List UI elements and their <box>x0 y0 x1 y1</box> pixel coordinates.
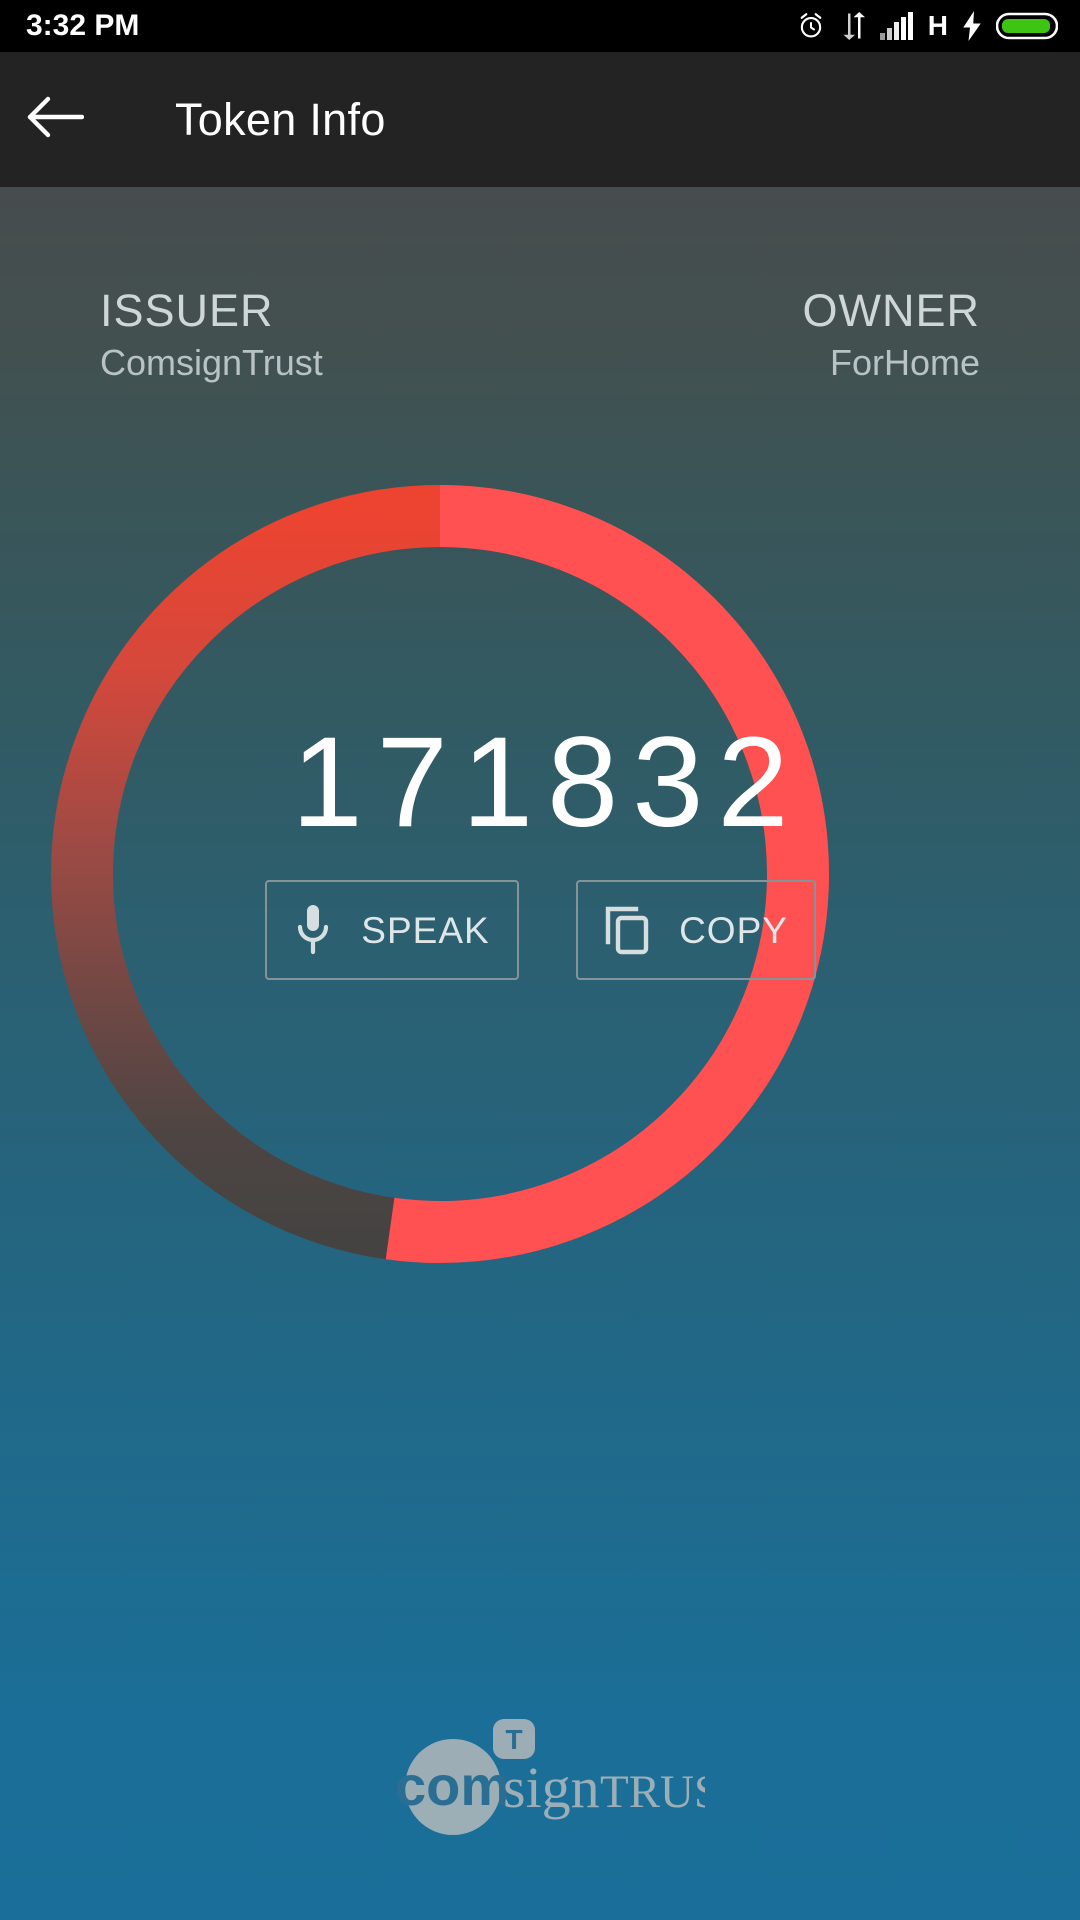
brand-text-trust: TRUST <box>600 1766 705 1818</box>
back-button[interactable] <box>0 52 110 187</box>
issuer-block: ISSUER ComsignTrust <box>100 287 323 382</box>
token-meta-row: ISSUER ComsignTrust OWNER ForHome <box>0 287 1080 382</box>
token-countdown-ring <box>40 474 840 1274</box>
issuer-value: ComsignTrust <box>100 342 323 384</box>
page-title: Token Info <box>175 93 386 145</box>
copy-button-label: COPY <box>679 909 788 951</box>
copy-button[interactable]: COPY <box>575 880 816 980</box>
token-info-body: ISSUER ComsignTrust OWNER ForHome 171832… <box>0 187 1080 1920</box>
token-code: 171832 <box>291 711 803 854</box>
network-type-label: H <box>927 10 948 41</box>
brand-text-com: com <box>395 1754 510 1817</box>
brand-text-sign: sign <box>503 1755 600 1820</box>
copy-icon <box>603 904 651 956</box>
charging-bolt-icon <box>962 11 982 41</box>
status-bar-clock: 3:32 PM <box>26 9 140 42</box>
data-transfer-icon <box>840 11 866 41</box>
status-bar: 3:32 PM H <box>0 0 1080 52</box>
speak-button-label: SPEAK <box>361 909 490 951</box>
owner-label: OWNER <box>802 285 980 336</box>
token-actions: SPEAK COPY <box>0 880 1080 980</box>
speak-button[interactable]: SPEAK <box>264 880 519 980</box>
brand-badge-letter: T <box>505 1724 522 1755</box>
brand-logo: com sign TRUST T <box>0 1715 1080 1835</box>
alarm-icon <box>796 11 826 41</box>
owner-block: OWNER ForHome <box>803 287 981 382</box>
status-bar-icons: H <box>796 11 1058 41</box>
back-arrow-icon <box>26 95 85 144</box>
microphone-icon <box>293 902 333 958</box>
signal-bars-icon <box>879 12 914 40</box>
owner-value: ForHome <box>829 342 980 384</box>
issuer-label: ISSUER <box>100 285 274 336</box>
battery-icon <box>996 11 1058 41</box>
app-bar: Token Info <box>0 52 1080 187</box>
app-screen: 3:32 PM H Token Info ISSUER ComsignTrust… <box>0 0 1080 1920</box>
